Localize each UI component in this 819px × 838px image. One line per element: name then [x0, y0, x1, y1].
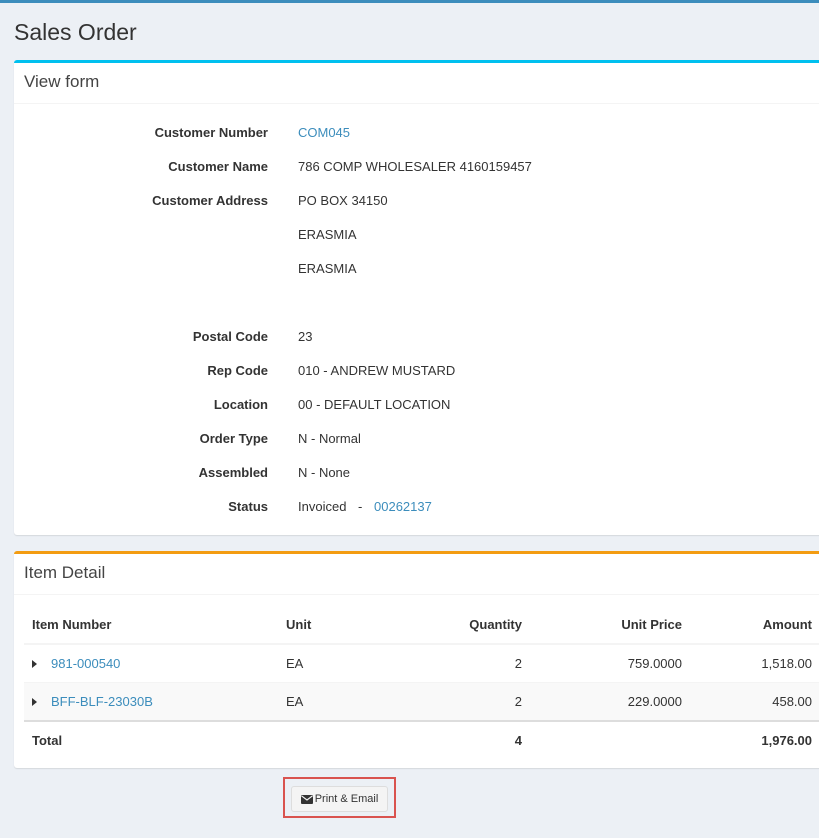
location-row: Location 00 - DEFAULT LOCATION: [14, 395, 819, 415]
rep-code-label: Rep Code: [207, 363, 268, 378]
item-detail-title: Item Detail: [14, 554, 819, 595]
col-item-number: Item Number: [24, 606, 278, 645]
order-type-label: Order Type: [199, 431, 268, 446]
col-amount: Amount: [690, 606, 819, 645]
customer-name-row: Customer Name 786 COMP WHOLESALER 416015…: [14, 157, 819, 177]
total-row: Total 4 1,976.00: [24, 720, 819, 759]
customer-number-link[interactable]: COM045: [298, 123, 350, 143]
item-number-link[interactable]: 981-000540: [51, 656, 120, 671]
customer-name-label: Customer Name: [168, 159, 268, 174]
print-email-button[interactable]: Print & Email: [291, 786, 388, 812]
item-number-cell: BFF-BLF-23030B: [24, 682, 278, 721]
item-table: Item Number Unit Quantity Unit Price Amo…: [24, 606, 819, 759]
status-invoice-link[interactable]: 00262137: [374, 499, 432, 514]
address-line-1: PO BOX 34150: [298, 193, 388, 208]
customer-name-value: 786 COMP WHOLESALER 4160159457: [298, 159, 532, 174]
status-label: Status: [228, 499, 268, 514]
location-label: Location: [213, 397, 268, 412]
customer-number-label: Customer Number: [154, 125, 268, 140]
postal-code-label: Postal Code: [192, 329, 268, 344]
expand-caret-icon[interactable]: [32, 659, 37, 668]
total-unit-cell: [278, 720, 384, 759]
amount-cell: 458.00: [690, 682, 819, 721]
expand-caret-icon[interactable]: [32, 697, 37, 706]
item-table-header: Item Number Unit Quantity Unit Price Amo…: [24, 606, 819, 645]
item-number-cell: 981-000540: [24, 643, 278, 683]
col-quantity: Quantity: [384, 606, 530, 645]
address-line-3: ERASMIA: [298, 261, 357, 276]
assembled-row: Assembled N - None: [14, 463, 819, 483]
order-type-value: N - Normal: [298, 431, 361, 446]
col-unit: Unit: [278, 606, 384, 645]
item-detail-panel: Item Detail Item Number Unit Quantity Un…: [14, 551, 819, 768]
envelope-icon: [300, 794, 313, 804]
unit-cell: EA: [278, 643, 384, 683]
assembled-value: N - None: [298, 465, 351, 480]
unit-price-cell: 759.0000: [530, 643, 690, 683]
quantity-cell: 2: [384, 643, 530, 683]
total-unit-price-cell: [530, 720, 690, 759]
location-value: 00 - DEFAULT LOCATION: [298, 397, 451, 412]
table-row: 981-000540 EA 2 759.0000 1,518.00: [24, 643, 819, 683]
quantity-cell: 2: [384, 682, 530, 721]
rep-code-value: 010 - ANDREW MUSTARD: [298, 363, 456, 378]
status-row: Status Invoiced - 00262137: [14, 497, 819, 517]
assembled-label: Assembled: [198, 465, 268, 480]
print-email-label: Print & Email: [314, 793, 379, 805]
status-separator: -: [358, 499, 363, 514]
postal-code-value: 23: [298, 329, 313, 344]
rep-code-row: Rep Code 010 - ANDREW MUSTARD: [14, 361, 819, 381]
customer-address-row: Customer Address PO BOX 34150: [14, 191, 819, 211]
col-unit-price: Unit Price: [530, 606, 690, 645]
customer-number-row: Customer Number COM045: [14, 123, 819, 143]
total-amount: 1,976.00: [690, 720, 819, 759]
postal-code-row: Postal Code 23: [14, 327, 819, 347]
unit-cell: EA: [278, 682, 384, 721]
status-value: Invoiced - 00262137: [298, 497, 432, 517]
view-form-panel: View form Customer Number COM045 Custome…: [14, 60, 819, 535]
address-line-2-row: ERASMIA: [14, 225, 819, 245]
customer-address-label: Customer Address: [152, 193, 268, 208]
amount-cell: 1,518.00: [690, 643, 819, 683]
page-title: Sales Order: [14, 19, 137, 45]
status-text: Invoiced: [298, 499, 347, 514]
table-row: BFF-BLF-23030B EA 2 229.0000 458.00: [24, 682, 819, 721]
view-form-title: View form: [14, 63, 819, 104]
order-type-row: Order Type N - Normal: [14, 429, 819, 449]
unit-price-cell: 229.0000: [530, 682, 690, 721]
total-quantity: 4: [384, 720, 530, 759]
total-label: Total: [24, 720, 278, 759]
print-email-highlight: Print & Email: [283, 777, 396, 818]
address-line-2: ERASMIA: [298, 227, 357, 242]
address-line-3-row: ERASMIA: [14, 259, 819, 279]
item-number-link[interactable]: BFF-BLF-23030B: [51, 694, 153, 709]
